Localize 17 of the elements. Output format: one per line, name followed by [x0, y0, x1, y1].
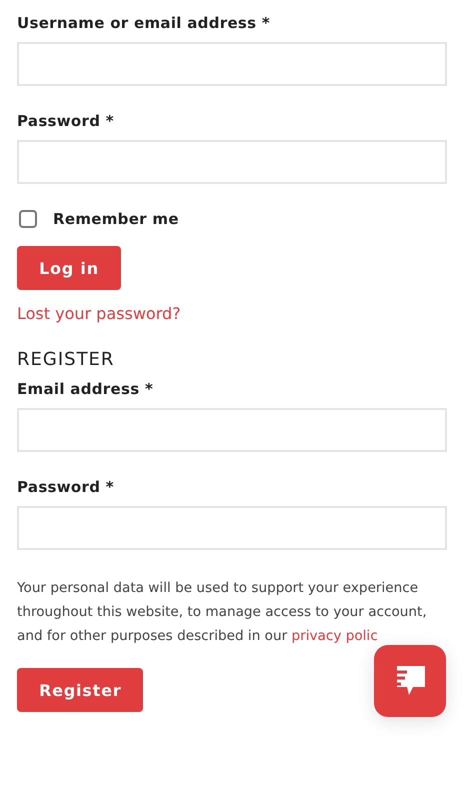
register-button[interactable]: Register	[17, 668, 144, 712]
checkbox[interactable]	[19, 210, 37, 228]
privacy-text: Your personal data will be used to support your experience throughout this website, to manage access to your account, and for other purposes described in our privacy polic	[17, 579, 428, 646]
checkbox-label: Remember me	[53, 210, 179, 228]
input-field[interactable]	[17, 408, 447, 452]
privacy-link[interactable]: privacy polic	[291, 628, 378, 644]
field-label: Email address *	[17, 380, 154, 398]
input-field[interactable]	[17, 506, 447, 550]
section-heading: REGISTER	[17, 349, 116, 370]
input-field[interactable]	[17, 140, 447, 184]
field-label: Username or email address *	[17, 14, 272, 32]
field-label: Password *	[17, 112, 115, 130]
login-button[interactable]: Log in	[17, 246, 121, 290]
chat-button[interactable]	[374, 645, 446, 717]
field-label: Password *	[17, 478, 115, 496]
input-field[interactable]	[17, 42, 447, 86]
lost-password-link[interactable]: Lost your password?	[17, 304, 181, 323]
